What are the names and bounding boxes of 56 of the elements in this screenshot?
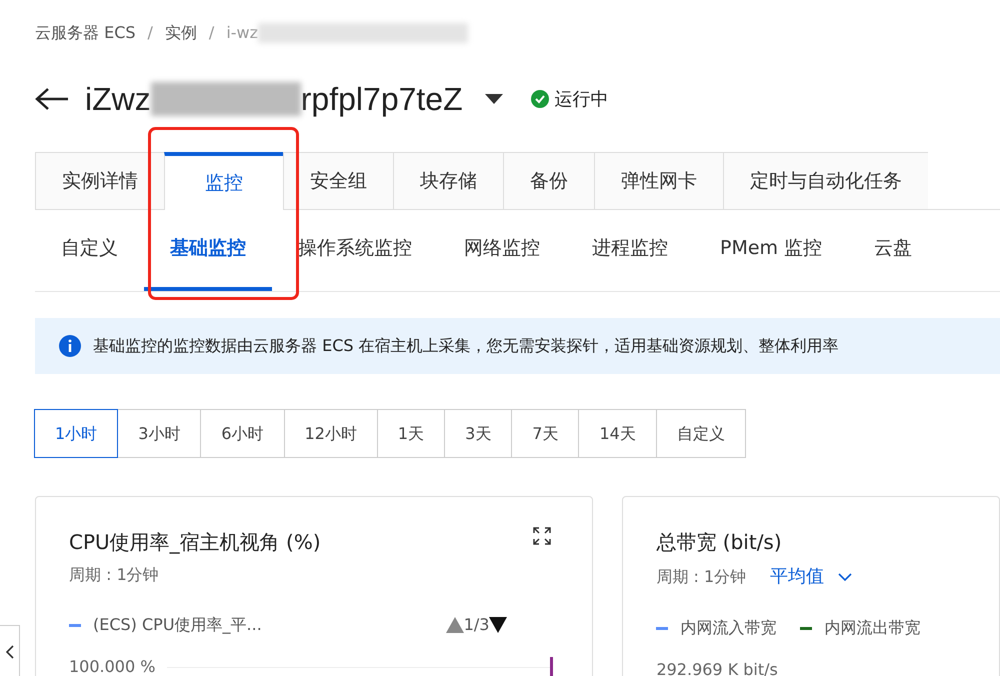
sub-tab[interactable]: 自定义 [35, 210, 144, 291]
instance-name: iZwz [85, 80, 151, 119]
time-range-button[interactable]: 6小时 [200, 409, 285, 458]
tab[interactable]: 定时与自动化任务 [723, 152, 928, 209]
time-range-button[interactable]: 12小时 [284, 409, 378, 458]
chevron-down-icon[interactable] [838, 572, 852, 580]
legend-item[interactable]: (ECS) CPU使用率_平... [69, 613, 262, 637]
tab[interactable]: 监控 [164, 152, 283, 210]
sub-tab[interactable]: 操作系统监控 [272, 210, 438, 291]
aggregate-dropdown[interactable]: 平均值 [770, 563, 824, 590]
breadcrumb-link[interactable]: 实例 [164, 21, 197, 45]
tab[interactable]: 实例详情 [35, 152, 164, 209]
time-range-button[interactable]: 3天 [444, 409, 512, 458]
time-range-button[interactable]: 14天 [578, 409, 657, 458]
breadcrumb-link[interactable]: 云服务器 ECS [35, 21, 136, 45]
chart-title: 总带宽 (bit/s) [656, 529, 782, 556]
sub-tab[interactable]: 云盘 [848, 210, 938, 291]
axis-label: 100.000 % [69, 656, 156, 676]
collapse-button[interactable] [0, 625, 20, 676]
time-range-button[interactable]: 1天 [376, 409, 446, 458]
breadcrumb-separator: / [148, 22, 153, 44]
breadcrumb-current: i-wz [226, 22, 258, 44]
period-text: 周期 : 1分钟 [656, 566, 746, 588]
info-text: 基础监控的监控数据由云服务器 ECS 在宿主机上采集，您无需安装探针，适用基础资源规划、整体利用率 [93, 335, 839, 357]
legend-label: 内网流出带宽 [824, 618, 920, 637]
tab[interactable]: 弹性网卡 [594, 152, 723, 209]
back-arrow-icon[interactable] [35, 87, 69, 111]
legend-item[interactable]: 内网流入带宽 [656, 616, 776, 640]
data-line [550, 657, 554, 676]
time-range-button[interactable]: 3小时 [117, 409, 202, 458]
time-range-button[interactable]: 7天 [511, 409, 580, 458]
tab[interactable]: 块存储 [393, 152, 503, 209]
sub-tab[interactable]: 进程监控 [566, 210, 694, 291]
status-text: 运行中 [554, 88, 609, 112]
instance-name: rpfpl7p7teZ [300, 80, 463, 119]
triangle-up-icon[interactable] [446, 617, 464, 633]
chevron-left-icon [6, 644, 14, 659]
tab[interactable]: 安全组 [283, 152, 393, 209]
triangle-down-icon[interactable] [489, 617, 508, 633]
sub-tab[interactable]: PMem 监控 [694, 210, 848, 291]
check-circle-icon [530, 90, 549, 108]
sub-tab[interactable]: 基础监控 [144, 210, 272, 291]
tab[interactable]: 备份 [503, 152, 594, 209]
caret-icon[interactable] [484, 94, 503, 104]
time-range-button[interactable]: 1小时 [34, 409, 118, 458]
legend-label: (ECS) CPU使用率_平... [93, 615, 262, 634]
info-icon [59, 335, 81, 357]
chart-title: CPU使用率_宿主机视角 (%) [69, 529, 321, 556]
breadcrumb-separator: / [208, 22, 214, 44]
period-text: 周期 : 1分钟 [69, 564, 159, 586]
time-range-button[interactable]: 自定义 [656, 409, 746, 458]
pager-text: 1/3 [464, 614, 490, 636]
sub-tab[interactable]: 网络监控 [438, 210, 566, 291]
fullscreen-icon[interactable] [533, 527, 552, 545]
legend-label: 内网流入带宽 [680, 618, 776, 637]
legend-item[interactable]: 内网流出带宽 [800, 616, 920, 640]
